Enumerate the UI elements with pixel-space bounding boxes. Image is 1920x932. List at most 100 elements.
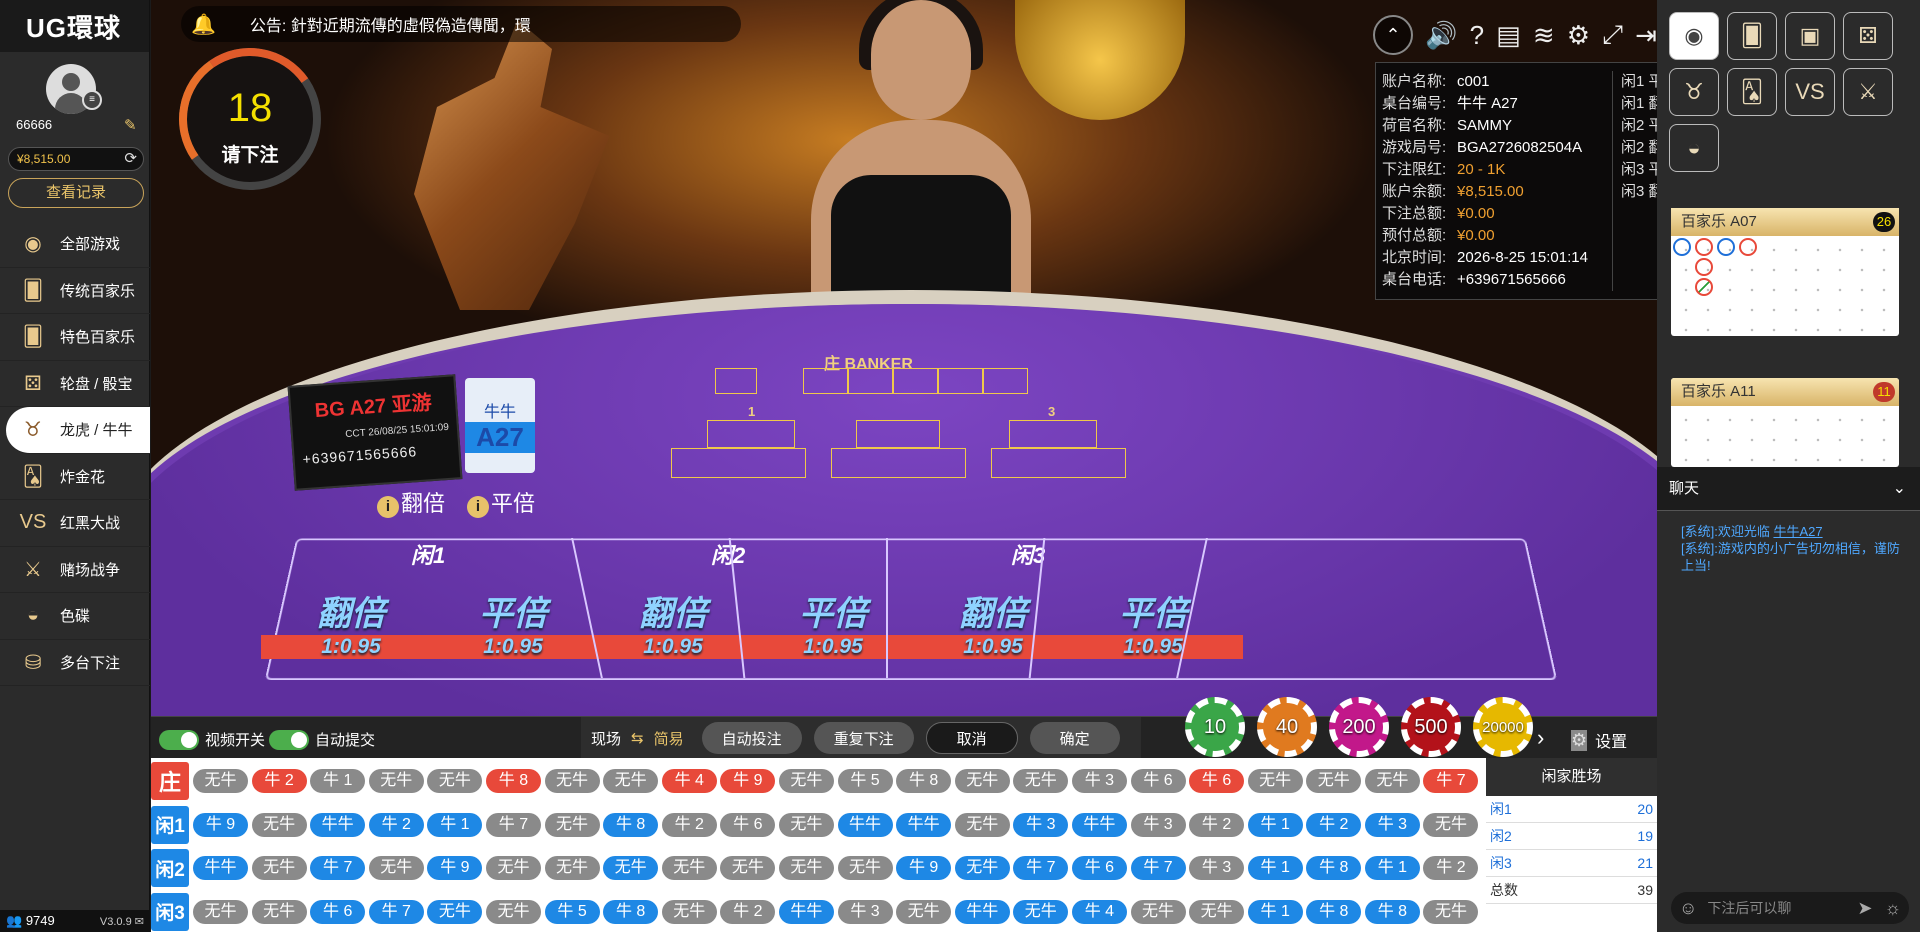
cards-icon[interactable]: 🂠	[1727, 12, 1777, 60]
dice-icon[interactable]: ⚄	[1843, 12, 1893, 60]
vs-icon[interactable]: VS	[1785, 68, 1835, 116]
chat-table-link[interactable]: 牛牛A27	[1773, 524, 1822, 539]
result-cell: 无牛	[954, 856, 1010, 880]
info-icon[interactable]: i	[377, 496, 399, 518]
sidebar-item[interactable]: ◉ 全部游戏	[0, 221, 150, 268]
auto-submit-switch[interactable]	[269, 729, 309, 750]
video-switch[interactable]	[159, 729, 199, 750]
info-value: 牛牛 A27	[1457, 95, 1518, 112]
sidebar-item[interactable]: ⛁ 多台下注	[0, 640, 150, 686]
chip-40[interactable]: 40	[1257, 697, 1317, 757]
announcement-text: 公告: 針對近期流傳的虛假偽造傳聞，環	[249, 18, 531, 35]
volume-icon[interactable]: 🔊	[1425, 20, 1457, 51]
sidebar-item[interactable]: ◒ 色碟	[0, 593, 150, 640]
video-toggle[interactable]: 视频开关	[159, 729, 265, 750]
result-cell: 牛 4	[661, 769, 717, 793]
chip-20000[interactable]: 20000	[1473, 697, 1533, 757]
bet-spot-name: 翻倍	[959, 595, 1027, 633]
bet-spot[interactable]: 翻倍 1:0.95	[903, 586, 1083, 659]
bowl-icon[interactable]: ◒	[1669, 124, 1719, 172]
swords-icon[interactable]: ⚔	[1843, 68, 1893, 116]
wifi-icon[interactable]: ≋	[1533, 20, 1555, 51]
bull-icon[interactable]: ♉	[1669, 68, 1719, 116]
info-key: 账户余额:	[1382, 183, 1447, 200]
roadmap-card[interactable]: 百家乐 A07 26	[1671, 208, 1899, 336]
sidebar-item[interactable]: ⚄ 轮盘 / 骰宝	[0, 361, 150, 407]
sidebar-item[interactable]: ♉ 龙虎 / 牛牛	[6, 407, 150, 454]
bell-icon[interactable]: 🔔	[191, 12, 216, 37]
results-row: 闲3 无牛 无牛牛 6牛 7 无牛 无牛牛 5牛 8 无牛牛 2 牛牛牛 3 无牛 牛牛 无牛牛 …	[151, 891, 1486, 932]
info-key: 下注总额:	[1382, 205, 1447, 222]
exit-icon[interactable]: ⇥	[1635, 20, 1657, 51]
results-row-label: 闲2	[151, 849, 189, 887]
chat-header[interactable]: 聊天 ⌄	[1657, 467, 1920, 511]
sidebar-item[interactable]: ⚔ 赌场战争	[0, 547, 150, 593]
result-cell: 牛 9	[193, 812, 248, 837]
bet-summary-key: 闲2 平倍 :	[1621, 117, 1657, 134]
result-cell: 无牛	[368, 769, 424, 793]
history-icon[interactable]: ▤	[1496, 20, 1521, 51]
video-toggle-label: 视频开关	[205, 732, 266, 749]
help-icon[interactable]: ?	[1470, 20, 1484, 51]
bet-spot[interactable]: 平倍 1:0.95	[1063, 586, 1243, 659]
result-cell: 无牛	[837, 856, 893, 880]
sidebar-item[interactable]: VS 红黑大战	[0, 500, 150, 547]
game-category-nav: ◉ 全部游戏 🂠 传统百家乐 🂠 特色百家乐 ⚄ 轮盘 / 骰宝 ♉ 龙虎 / 牛牛 🂡 炸金花 VS 红…	[0, 221, 150, 686]
collapse-up-icon[interactable]: ⌃	[1373, 15, 1413, 55]
chip-10[interactable]: 10	[1185, 697, 1245, 757]
result-cell: 无牛	[427, 769, 483, 793]
chip-500[interactable]: 500	[1401, 697, 1461, 757]
result-cell: 无牛	[251, 899, 307, 924]
mode-label[interactable]: 简易	[654, 728, 684, 749]
repeat-bet-button[interactable]: 重复下注	[813, 722, 914, 754]
results-row-label: 闲1	[151, 805, 189, 844]
emoji-icon[interactable]: ☺	[1679, 898, 1697, 919]
sidebar-item[interactable]: 🂡 炸金花	[0, 454, 150, 500]
chevron-down-icon[interactable]: ⌄	[1893, 467, 1906, 511]
bet-spot[interactable]: 翻倍 1:0.95	[261, 586, 441, 659]
chip-icon[interactable]: ◉	[1669, 12, 1719, 60]
result-cell: 无牛	[485, 856, 541, 880]
chat-input[interactable]: ☺ 下注后可以聊 ➤ ☼	[1671, 892, 1909, 924]
roadmap-title-text: 百家乐 A07	[1681, 213, 1757, 230]
settings-button[interactable]: ⚙ 设置	[1571, 728, 1627, 752]
fullscreen-icon[interactable]: ⤢	[1602, 19, 1623, 51]
bet-summary-key: 闲3 平倍 :	[1621, 161, 1657, 178]
auto-bet-button[interactable]: 自动投注	[701, 722, 802, 754]
results-row-label: 闲3	[151, 892, 189, 931]
brightness-icon[interactable]: ☼	[1885, 898, 1902, 919]
swap-icon[interactable]: ⇆	[631, 729, 644, 747]
gear-icon[interactable]: ⚙	[1567, 20, 1590, 51]
bet-spot[interactable]: 平倍 1:0.95	[423, 586, 603, 659]
refresh-icon[interactable]: ⟳	[124, 148, 137, 170]
view-records-button[interactable]: 查看记录	[8, 178, 144, 208]
pencil-icon[interactable]: ✎	[124, 116, 137, 134]
double-info[interactable]: i 翻倍	[377, 486, 445, 518]
info-icon[interactable]: i	[467, 496, 489, 518]
send-icon[interactable]: ➤	[1857, 898, 1872, 919]
info-value: ¥0.00	[1457, 227, 1495, 244]
bet-spot[interactable]: 平倍 1:0.95	[743, 586, 923, 659]
roadmap-card[interactable]: 百家乐 A11 11	[1671, 378, 1899, 467]
cancel-button[interactable]: 取消	[925, 722, 1018, 754]
cards-icon: 🂠	[22, 326, 44, 349]
banker-dot	[1739, 238, 1757, 256]
confirm-button[interactable]: 确定	[1029, 722, 1120, 754]
even-info[interactable]: i 平倍	[467, 486, 535, 518]
results-row: 闲2 牛牛 无牛牛 7 无牛牛 9 无牛 无牛 无牛 无牛 无牛 无牛 无牛牛 9 无牛牛 7牛 6牛…	[151, 847, 1486, 889]
bet-summary-key: 闲2 翻倍 :	[1621, 139, 1657, 156]
cards-fan-icon[interactable]: 🂡	[1727, 68, 1777, 116]
cards-icon[interactable]: ▣	[1785, 12, 1835, 60]
sidebar-item[interactable]: 🂠 特色百家乐	[0, 314, 150, 361]
auto-submit-toggle[interactable]: 自动提交	[269, 729, 375, 750]
sidebar-item-label: 色碟	[60, 608, 91, 626]
result-cell: 牛 7	[485, 812, 541, 837]
sidebar-item[interactable]: 🂠 传统百家乐	[0, 268, 150, 314]
wins-row: 总数 39	[1486, 877, 1657, 904]
chip-200[interactable]: 200	[1329, 697, 1389, 757]
result-cell: 无牛	[1423, 899, 1479, 924]
chevron-right-icon[interactable]: ›	[1537, 725, 1544, 751]
result-cell: 无牛	[427, 899, 483, 924]
avatar-badge-icon: ≡	[82, 90, 102, 110]
roadmap-badge: 11	[1873, 382, 1895, 402]
